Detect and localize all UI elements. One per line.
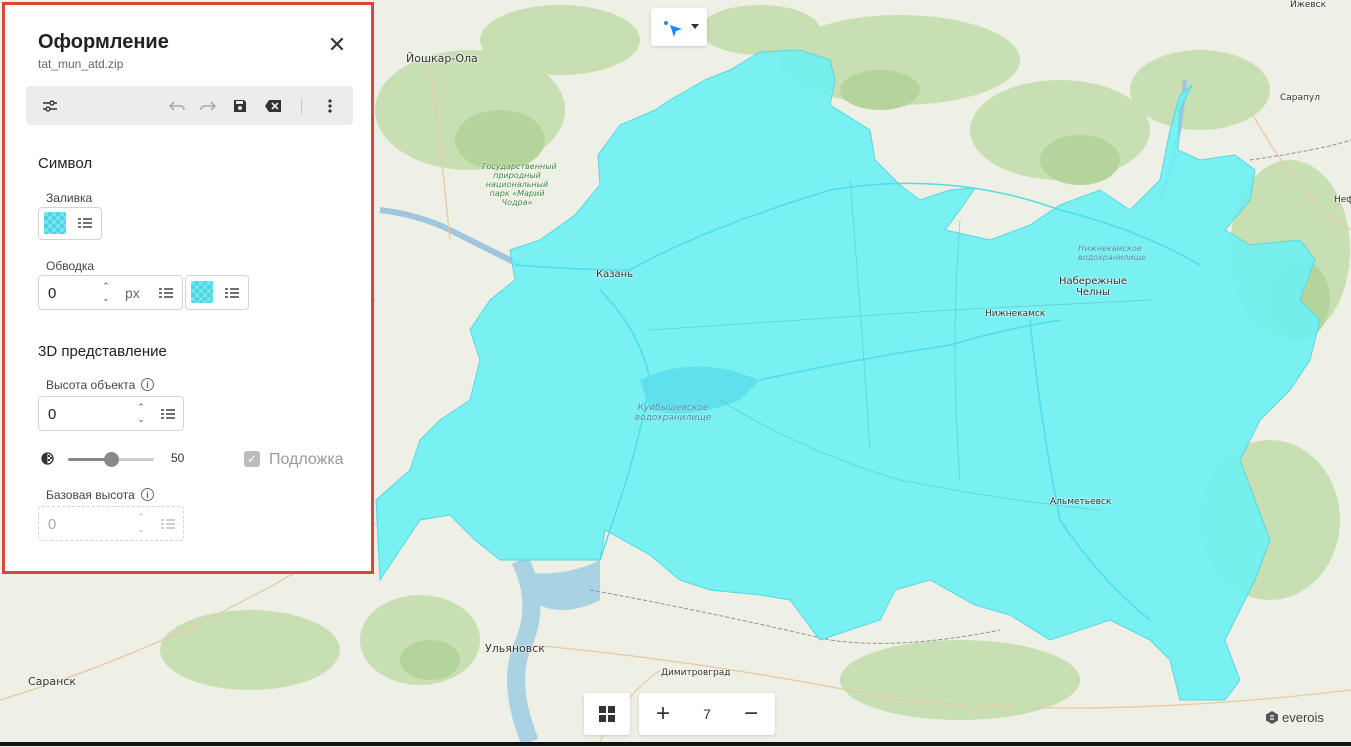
panel-subtitle: tat_mun_atd.zip [38,57,124,71]
opacity-slider-thumb[interactable] [104,452,119,467]
map-label-sarapul: Сарапул [1280,93,1320,103]
select-pointer-icon [664,21,699,37]
map-label-saransk: Саранск [28,675,77,688]
close-icon[interactable]: ✕ [327,34,347,56]
map-label-nizhnekamsk: Нижнекамск [985,309,1046,319]
stroke-width-value[interactable]: 0 [48,285,56,302]
map-label-ulyanovsk: Ульяновск [485,642,545,655]
chevron-down-icon[interactable]: ⌄ [136,525,146,534]
object-height-value[interactable]: 0 [48,406,56,423]
threed-section-title: 3D представление [38,343,167,360]
panel-toolbar [26,86,353,125]
list-icon[interactable] [225,287,239,305]
chevron-down-icon[interactable]: ⌄ [136,415,146,424]
map-label-almetyevsk: Альметьевск [1050,497,1112,507]
map-label-park: Государственный природный национальный п… [482,162,557,207]
base-height-field[interactable]: 0 ⌃ ⌄ [38,506,184,541]
redo-icon[interactable] [197,95,219,117]
map-label-yoshkar-ola: Йошкар-Ола [406,52,478,65]
map-label-kazan: Казань [596,269,634,280]
panel-title: Оформление [38,31,169,53]
zoom-control: + 7 − [639,693,775,735]
sliders-icon[interactable] [39,95,61,117]
fill-control[interactable] [38,207,102,240]
map-label-neftekamsk: Неф [1334,195,1351,205]
stroke-unit: px [125,285,140,301]
style-panel: Оформление tat_mun_atd.zip ✕ Символ Зали… [2,2,374,574]
bottom-edge-bar [0,742,1351,746]
opacity-slider[interactable] [68,452,154,467]
map-label-reservoir: Куйбышевское водохранилище [634,403,712,423]
list-icon[interactable] [161,518,175,536]
map-label-nizhnekamsk-reservoir: Нижнекамское водохранилище [1078,244,1146,262]
layers-grid-button[interactable] [584,693,630,735]
stroke-color-control[interactable] [185,275,249,310]
list-icon[interactable] [78,217,92,235]
fill-color-swatch[interactable] [44,212,66,234]
list-icon[interactable] [161,408,175,426]
base-height-value[interactable]: 0 [48,516,56,533]
clear-icon[interactable] [262,95,284,117]
logo-icon [1266,711,1278,724]
select-tool-dropdown[interactable] [651,8,707,46]
map-label-izhevsk: Ижевск [1290,0,1327,10]
undo-icon[interactable] [166,95,188,117]
opacity-value: 50 [171,451,185,465]
object-height-label: Высота объекта [46,378,136,392]
base-height-label: Базовая высота [46,488,135,502]
list-icon[interactable] [159,287,173,305]
chevron-up-icon[interactable]: ⌃ [136,403,146,412]
stroke-width-field[interactable]: 0 ⌃ ⌄ px [38,275,183,310]
more-vertical-icon[interactable] [319,95,341,117]
opacity-icon [41,452,54,470]
map-label-dimitrovgrad: Димитровград [661,668,731,678]
object-height-field[interactable]: 0 ⌃ ⌄ [38,396,184,431]
brand-logo: everois [1266,710,1324,725]
zoom-in-button[interactable]: + [651,699,675,729]
save-icon[interactable] [229,95,251,117]
map-label-naberezhnye-chelny: Набережные Челны [1058,276,1128,298]
zoom-out-button[interactable]: − [739,699,763,729]
symbol-section-title: Символ [38,155,93,172]
toolbar-separator [301,98,302,114]
chevron-down-icon[interactable]: ⌄ [101,294,111,303]
info-icon[interactable]: i [141,488,154,501]
chevron-up-icon[interactable]: ⌃ [101,282,111,291]
logo-text: everois [1282,710,1324,725]
grid-icon [599,706,615,722]
zoom-level: 7 [703,706,711,722]
stroke-color-swatch[interactable] [191,281,213,303]
base-checkbox[interactable]: ✓ [244,451,260,467]
fill-label: Заливка [46,191,93,205]
info-icon[interactable]: i [141,378,154,391]
chevron-up-icon[interactable]: ⌃ [136,513,146,522]
base-checkbox-label[interactable]: Подложка [269,451,344,469]
stroke-label: Обводка [46,259,95,273]
